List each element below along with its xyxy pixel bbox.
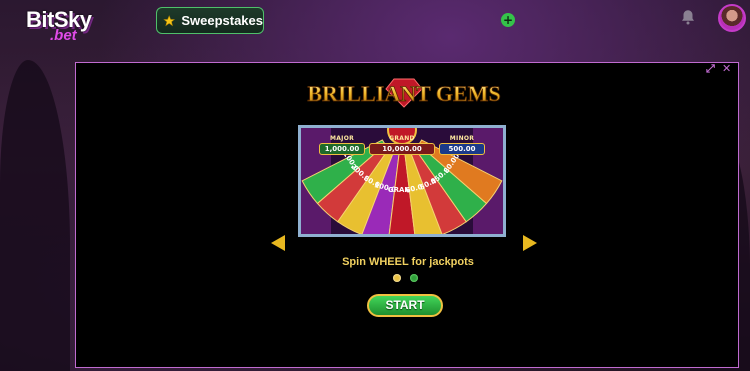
modal-tools: ⤢ ✕ [706, 63, 732, 74]
site-logo[interactable]: BitSky .bet [26, 7, 112, 44]
sweepstakes-button[interactable]: Sweepstakes [156, 7, 264, 34]
start-button[interactable]: START [367, 294, 443, 317]
carousel-dot-1[interactable] [393, 274, 401, 282]
carousel-dot-2[interactable] [410, 274, 418, 282]
jackpot-grand-value: 10,000.00 [382, 145, 422, 153]
game-modal: ⤢ ✕ BRILLIANT GEMS 100.00 200.00 80.00 100.… [75, 62, 739, 368]
game-title: BRILLIANT GEMS [298, 77, 510, 109]
star-icon [163, 14, 176, 26]
jackpot-minor: MINOR 500.00 [439, 135, 485, 155]
logo-subtext: .bet [50, 27, 77, 44]
game-preview: 100.00 200.00 80.00 100.00 GRAND 60.00 50.00 45… [298, 125, 506, 237]
background-palm-left [0, 60, 70, 371]
jackpot-minor-label: MINOR [449, 135, 475, 142]
game-title-graphic: BRILLIANT GEMS [307, 78, 501, 108]
sweepstakes-label: Sweepstakes [181, 13, 263, 28]
carousel-dots [393, 274, 418, 282]
bell-icon[interactable] [679, 8, 697, 26]
jackpot-minor-value: 500.00 [448, 145, 476, 153]
close-icon[interactable]: ✕ [722, 63, 732, 74]
prev-arrow[interactable] [271, 235, 285, 251]
jackpot-major-value: 1,000.00 [324, 145, 360, 153]
jackpot-grand: GRAND 10,000.00 [369, 135, 435, 155]
avatar[interactable] [718, 4, 746, 32]
top-header: BitSky .bet Sweepstakes + [0, 0, 750, 44]
jackpot-major: MAJOR 1,000.00 [319, 135, 365, 155]
game-title-text: BRILLIANT GEMS [307, 81, 500, 106]
jackpot-grand-label: GRAND [389, 135, 415, 142]
jackpot-major-label: MAJOR [329, 135, 355, 142]
plus-icon[interactable]: + [501, 13, 515, 27]
fullscreen-icon[interactable]: ⤢ [706, 63, 716, 74]
game-caption: Spin WHEEL for jackpots [342, 256, 474, 268]
next-arrow[interactable] [523, 235, 537, 251]
